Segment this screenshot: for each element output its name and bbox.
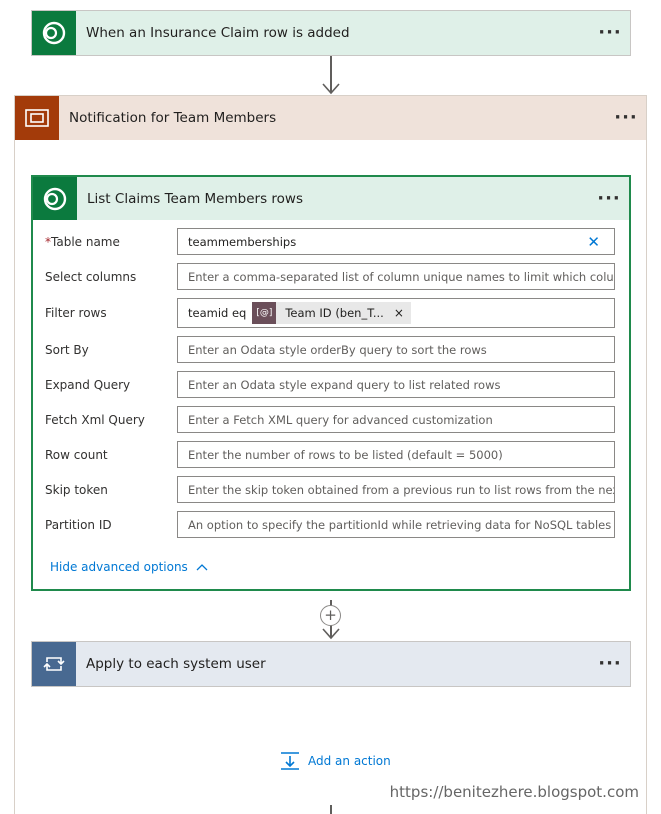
arrow-down-icon [322,628,340,640]
advanced-toggle-label: Hide advanced options [50,560,188,574]
row-count-row: Row count Enter the number of rows to be… [45,441,615,468]
trigger-title: When an Insurance Claim row is added [86,25,350,41]
filter-rows-label: Filter rows [45,306,107,320]
action-form: *Table name teammemberships ✕ Select col… [33,220,629,589]
clear-icon[interactable]: ✕ [587,233,600,251]
sort-by-field[interactable]: Enter an Odata style orderBy query to so… [177,336,615,363]
row-count-label: Row count [45,447,108,462]
skip-token-row: Skip token Enter the skip token obtained… [45,476,615,503]
sort-by-row: Sort By Enter an Odata style orderBy que… [45,336,615,363]
scope-title: Notification for Team Members [69,110,277,126]
apply-to-each-title: Apply to each system user [86,656,266,672]
trigger-more-button[interactable]: ··· [590,24,630,42]
token-label: Team ID (ben_T... [285,306,384,320]
filter-rows-field[interactable]: teamid eq [@] Team ID (ben_T... × [177,298,615,328]
fetch-xml-label: Fetch Xml Query [45,412,145,427]
expand-query-row: Expand Query Enter an Odata style expand… [45,371,615,398]
action-header[interactable]: List Claims Team Members rows ··· [33,177,629,220]
table-name-field[interactable]: teammemberships ✕ [177,228,615,255]
action-more-button[interactable]: ··· [589,189,629,207]
expand-query-label: Expand Query [45,377,131,392]
dataverse-icon [32,11,76,55]
add-an-action-button[interactable]: Add an action [280,751,391,771]
apply-to-each-card[interactable]: Apply to each system user ··· [31,641,631,687]
filter-prefix: teamid eq [188,306,247,320]
select-columns-field[interactable]: Enter a comma-separated list of column u… [177,263,615,290]
scope-more-button[interactable]: ··· [606,109,646,127]
fetch-xml-row: Fetch Xml Query Enter a Fetch XML query … [45,406,615,433]
hide-advanced-options-link[interactable]: Hide advanced options [50,560,208,574]
apply-to-each-more-button[interactable]: ··· [590,655,630,673]
trigger-card[interactable]: When an Insurance Claim row is added ··· [31,10,631,56]
fetch-xml-field[interactable]: Enter a Fetch XML query for advanced cus… [177,406,615,433]
add-action-icon [281,752,299,770]
dynamic-content-icon: [@] [252,302,277,324]
select-columns-row: Select columns Enter a comma-separated l… [45,263,615,290]
insert-step-button[interactable]: + [320,605,341,626]
list-rows-action-card: List Claims Team Members rows ··· *Table… [31,175,631,591]
table-name-label: *Table name [45,234,120,249]
partition-id-row: Partition ID An option to specify the pa… [45,511,615,538]
watermark: https://benitezhere.blogspot.com [389,783,639,801]
filter-rows-row: Filter rows teamid eq [@] Team ID (ben_T… [45,298,615,328]
action-title: List Claims Team Members rows [87,190,303,207]
partition-id-label: Partition ID [45,517,112,532]
skip-token-field[interactable]: Enter the skip token obtained from a pre… [177,476,615,503]
dynamic-content-token[interactable]: [@] Team ID (ben_T... × [252,302,411,324]
skip-token-label: Skip token [45,482,108,497]
select-columns-label: Select columns [45,269,137,284]
scope-icon [15,96,59,140]
row-count-field[interactable]: Enter the number of rows to be listed (d… [177,441,615,468]
dataverse-icon [33,177,77,220]
table-name-row: *Table name teammemberships ✕ [45,228,615,255]
sort-by-label: Sort By [45,342,89,357]
chevron-up-icon [196,564,208,571]
partition-id-field[interactable]: An option to specify the partitionId whi… [177,511,615,538]
arrow-down-icon [322,83,340,95]
add-an-action-label: Add an action [308,754,391,768]
table-name-value: teammemberships [188,234,297,249]
loop-icon [32,642,76,686]
expand-query-field[interactable]: Enter an Odata style expand query to lis… [177,371,615,398]
connector-line [330,805,332,814]
token-remove-icon[interactable]: × [390,306,411,320]
scope-header[interactable]: Notification for Team Members ··· [15,96,646,140]
